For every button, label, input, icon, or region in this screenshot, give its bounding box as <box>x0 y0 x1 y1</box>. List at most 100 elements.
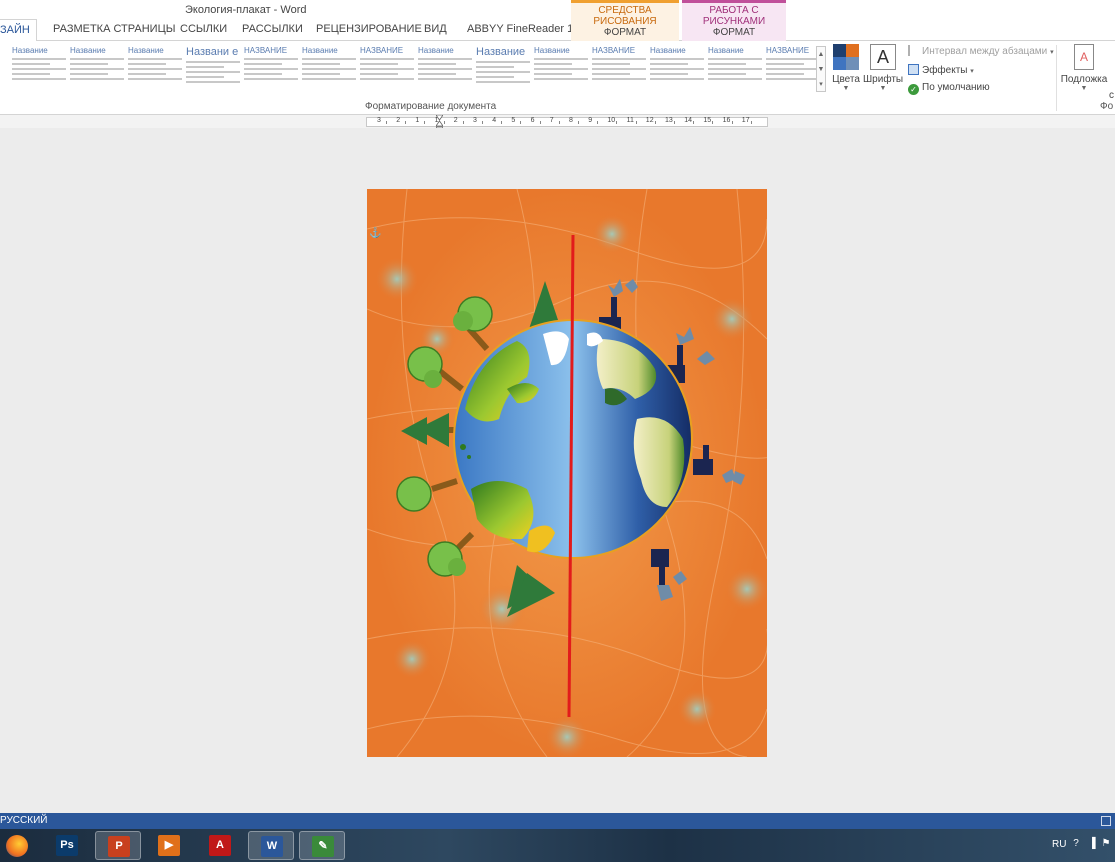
ruler-tick <box>558 121 560 124</box>
style-card-text-line <box>70 58 124 60</box>
checkmark-icon: ✓ <box>908 84 919 95</box>
ruler-tick <box>654 121 656 124</box>
style-set-card[interactable]: НАЗВАНИЕ <box>360 46 414 90</box>
style-set-card[interactable]: Название <box>128 46 182 90</box>
style-card-text-line <box>302 63 340 65</box>
style-card-text-line <box>360 58 414 60</box>
style-card-text-line <box>418 58 472 60</box>
tab-mailings[interactable]: РАССЫЛКИ <box>242 23 303 35</box>
keyboard-language[interactable]: RU <box>1052 839 1066 850</box>
style-card-text-line <box>708 73 746 75</box>
media-player-taskbar-button[interactable]: ▶ <box>146 831 192 860</box>
ecology-poster-image[interactable] <box>367 189 767 757</box>
style-card-text-line <box>186 81 240 83</box>
style-set-card[interactable]: НАЗВАНИЕ <box>592 46 646 90</box>
chevron-down-icon: ▼ <box>842 85 850 92</box>
anchor-icon[interactable]: ⚓ <box>369 228 381 239</box>
status-bar: РУССКИЙ <box>0 813 1115 829</box>
photoshop-taskbar-button[interactable]: Ps <box>44 831 90 860</box>
ruler-label: 3 <box>377 117 381 124</box>
scroll-down-icon[interactable]: ▼ <box>817 62 825 77</box>
set-as-default-button[interactable]: ✓ По умолчанию <box>908 82 990 95</box>
start-button[interactable] <box>0 830 34 861</box>
style-card-text-line <box>12 78 66 80</box>
style-card-text-line <box>360 78 414 80</box>
colors-button[interactable]: Цвета ▼ <box>832 44 860 92</box>
tab-references[interactable]: ССЫЛКИ <box>180 23 227 35</box>
style-set-card[interactable]: Названи е <box>186 46 240 90</box>
style-set-card[interactable]: Название <box>476 46 530 90</box>
style-set-card[interactable]: Название <box>650 46 704 90</box>
acrobat-taskbar-button[interactable]: A <box>197 831 243 860</box>
ruler-tick <box>539 121 541 124</box>
style-set-card[interactable]: Название <box>418 46 472 90</box>
horizontal-ruler[interactable]: 3 2 1 1 2 3 4 5 6 7 8 9 10 11 12 13 14 15 16 17 <box>366 117 768 127</box>
style-card-title: Название <box>12 46 48 55</box>
tab-abbyy-finereader[interactable]: ABBYY FineReader 11 <box>467 23 579 35</box>
ruler-tick <box>405 121 407 124</box>
status-language[interactable]: РУССКИЙ <box>0 815 47 826</box>
help-icon[interactable]: ? <box>1070 838 1082 850</box>
document-page[interactable] <box>367 189 767 757</box>
style-card-text-line <box>592 58 646 60</box>
tab-picture-format[interactable]: ФОРМАТ <box>682 27 786 38</box>
style-card-text-line <box>476 71 530 73</box>
style-card-text-line <box>186 76 224 78</box>
style-card-text-line <box>650 73 688 75</box>
document-formatting-group-label: Форматирование документа <box>365 101 497 112</box>
style-card-text-line <box>70 73 108 75</box>
style-set-card[interactable]: Название <box>534 46 588 90</box>
ribbon-divider <box>1056 45 1057 111</box>
style-card-text-line <box>244 73 282 75</box>
style-set-card[interactable]: НАЗВАНИЕ <box>244 46 298 90</box>
gallery-more-icon[interactable]: ▾ <box>817 77 825 92</box>
paragraph-spacing-button[interactable]: Интервал между абзацами ▾ <box>908 45 1054 57</box>
word-taskbar-button[interactable]: W <box>248 831 294 860</box>
style-card-title: Название <box>650 46 686 55</box>
style-card-text-line <box>766 58 820 60</box>
style-set-card[interactable]: НАЗВАНИЕ <box>766 46 820 90</box>
watermark-button[interactable]: A Подложка ▼ <box>1060 44 1108 92</box>
picture-tools-group-label: РАБОТА С РИСУНКАМИ <box>702 5 766 27</box>
style-set-card[interactable]: Название <box>708 46 762 90</box>
style-card-text-line <box>534 58 588 60</box>
fonts-button[interactable]: A Шрифты ▼ <box>863 44 903 92</box>
ruler-label: 13 <box>665 117 673 124</box>
read-mode-icon[interactable] <box>1101 816 1111 826</box>
style-card-text-line <box>708 63 746 65</box>
tab-review[interactable]: РЕЦЕНЗИРОВАНИЕ <box>316 23 422 35</box>
powerpoint-taskbar-button[interactable]: P <box>95 831 141 860</box>
ruler-label: 2 <box>453 117 458 124</box>
ruler-tick <box>462 121 464 124</box>
ruler-label: 15 <box>703 117 712 124</box>
style-card-title: Название <box>708 46 744 55</box>
style-set-card[interactable]: Название <box>302 46 356 90</box>
flag-icon[interactable]: ⚑ <box>1100 838 1112 850</box>
style-card-text-line <box>766 63 804 65</box>
scroll-up-icon[interactable]: ▲ <box>817 47 825 62</box>
style-card-text-line <box>128 78 182 80</box>
tab-drawing-format[interactable]: ФОРМАТ <box>571 27 679 38</box>
powerpoint-icon: P <box>108 836 130 857</box>
style-card-text-line <box>244 68 298 70</box>
style-card-title: Названи е <box>186 46 239 58</box>
gallery-scroll[interactable]: ▲ ▼ ▾ <box>816 46 826 92</box>
style-card-title: Название <box>70 46 106 55</box>
tab-view[interactable]: ВИД <box>424 23 447 35</box>
paragraph-spacing-icon <box>908 45 919 56</box>
style-card-text-line <box>708 58 762 60</box>
network-icon[interactable]: ▐ <box>1086 838 1098 850</box>
style-card-title: НАЗВАНИЕ <box>766 46 810 55</box>
tab-design[interactable]: ЗАЙН <box>0 19 37 42</box>
corel-taskbar-button[interactable]: ✎ <box>299 831 345 860</box>
style-set-card[interactable]: Название <box>70 46 124 90</box>
style-card-text-line <box>476 81 530 83</box>
style-card-text-line <box>476 76 514 78</box>
style-set-card[interactable]: Название <box>12 46 66 90</box>
ruler-label: 2 <box>396 117 401 124</box>
colors-palette-icon <box>833 44 859 70</box>
effects-button[interactable]: Эффекты ▾ <box>908 64 974 76</box>
ruler-label: 3 <box>473 117 477 124</box>
ribbon-tabs: ЗАЙН РАЗМЕТКА СТРАНИЦЫ ССЫЛКИ РАССЫЛКИ Р… <box>0 19 1115 42</box>
tab-page-layout[interactable]: РАЗМЕТКА СТРАНИЦЫ <box>53 23 175 35</box>
